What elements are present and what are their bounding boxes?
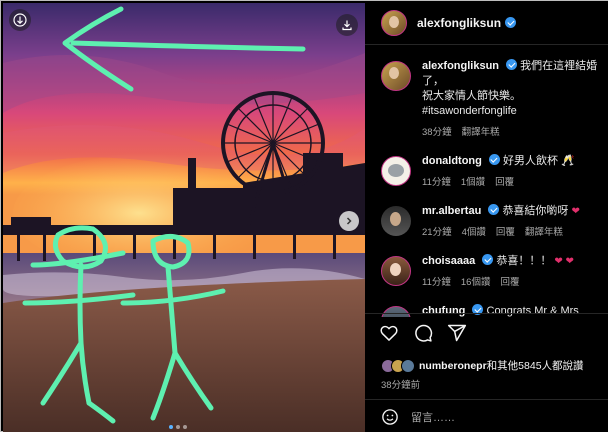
likes-first-user[interactable]: numberonepr: [419, 360, 487, 372]
translate-link[interactable]: 翻譯年糕: [462, 125, 500, 140]
avatar[interactable]: [381, 306, 411, 317]
avatar[interactable]: [381, 156, 411, 186]
heart-emoji-icon: ❤: [571, 206, 580, 217]
avatar[interactable]: [381, 61, 411, 91]
post-actions: [379, 323, 467, 343]
comment-time: 11分鐘: [422, 177, 451, 188]
emoji-icon[interactable]: [381, 408, 399, 426]
comment-time: 21分鐘: [422, 227, 452, 238]
post-photo[interactable]: [3, 3, 365, 432]
post-side-panel: alexfongliksun alexfongliksun 我們在這裡結婚了， …: [365, 1, 608, 432]
add-comment-bar[interactable]: 留言……: [381, 408, 455, 426]
caption-line2: 祝大家情人節快樂。: [422, 90, 521, 102]
divider: [365, 313, 608, 314]
save-image-button[interactable]: [336, 14, 358, 36]
save-icon: [342, 20, 352, 31]
likes-summary[interactable]: numberonepr和其他5845人都說讚: [381, 358, 584, 373]
avatar[interactable]: [381, 256, 411, 286]
verified-icon: [488, 204, 500, 215]
caption-time: 38分鐘: [422, 127, 452, 138]
comment-input[interactable]: 留言……: [411, 409, 455, 425]
share-icon[interactable]: [447, 323, 467, 343]
likes-rest: 和其他5845人都說讚: [486, 360, 584, 372]
caption: alexfongliksun 我們在這裡結婚了， 祝大家情人節快樂。 #itsa…: [365, 59, 608, 140]
carousel-dot-active: [169, 425, 173, 429]
comment-text: 恭喜結你喲呀: [502, 205, 569, 217]
reply-link[interactable]: 回覆: [496, 225, 515, 240]
avatar: [401, 358, 415, 373]
download-button[interactable]: [9, 9, 31, 31]
comment-likes[interactable]: 4個讚: [462, 225, 486, 240]
comment-text: 好男人飲杯 🥂: [503, 155, 575, 167]
divider: [365, 399, 608, 400]
reply-link[interactable]: 回覆: [495, 175, 514, 190]
caption-username[interactable]: alexfongliksun: [422, 60, 499, 72]
comment-time: 11分鐘: [422, 277, 451, 288]
screenshot-frame: alexfongliksun alexfongliksun 我們在這裡結婚了， …: [0, 0, 608, 432]
download-icon: [13, 13, 27, 27]
carousel-dot: [176, 425, 180, 429]
comment-username[interactable]: chufung: [422, 305, 465, 317]
verified-icon: [505, 17, 517, 28]
heart-icon[interactable]: [379, 323, 399, 343]
verified-icon: [482, 254, 494, 265]
caption-hashtag[interactable]: #itsawonderfonglife: [422, 104, 599, 119]
avatar[interactable]: [381, 9, 407, 36]
carousel-dot: [183, 425, 187, 429]
comment-item: chufung Congrats Mr & Mrs Fong !: [365, 304, 608, 317]
comment-username[interactable]: mr.albertau: [422, 205, 481, 217]
likes-text: numberonepr和其他5845人都說讚: [419, 358, 584, 373]
verified-icon: [506, 59, 518, 70]
comment-likes[interactable]: 1個讚: [461, 175, 485, 190]
carousel-dots: [169, 425, 187, 429]
post-header: alexfongliksun: [365, 1, 608, 45]
sunset-pier-image: [3, 3, 365, 432]
header-username[interactable]: alexfongliksun: [417, 16, 501, 30]
reply-link[interactable]: 回覆: [500, 275, 519, 290]
comment-item: mr.albertau 恭喜結你喲呀 ❤ 21分鐘 4個讚 回覆 翻譯年糕: [365, 204, 608, 240]
avatar[interactable]: [381, 206, 411, 236]
translate-link[interactable]: 翻譯年糕: [525, 225, 563, 240]
comment-icon[interactable]: [413, 323, 433, 343]
comment-username[interactable]: donaldtong: [422, 155, 482, 167]
post-time: 38分鐘前: [381, 380, 421, 391]
next-arrow-icon: [346, 217, 352, 225]
comment-item: choisaaaa 恭喜！！！ ❤ ❤ 11分鐘 16個讚 回覆: [365, 254, 608, 290]
comment-likes[interactable]: 16個讚: [461, 275, 491, 290]
verified-icon: [488, 154, 500, 165]
next-photo-button[interactable]: [339, 211, 359, 231]
comment-username[interactable]: choisaaaa: [422, 255, 475, 267]
comments-list: alexfongliksun 我們在這裡結婚了， 祝大家情人節快樂。 #itsa…: [365, 59, 608, 317]
comment-item: donaldtong 好男人飲杯 🥂 11分鐘 1個讚 回覆: [365, 154, 608, 190]
heart-emoji-icon: ❤ ❤: [554, 256, 574, 267]
comment-text: 恭喜！！！: [496, 255, 552, 267]
